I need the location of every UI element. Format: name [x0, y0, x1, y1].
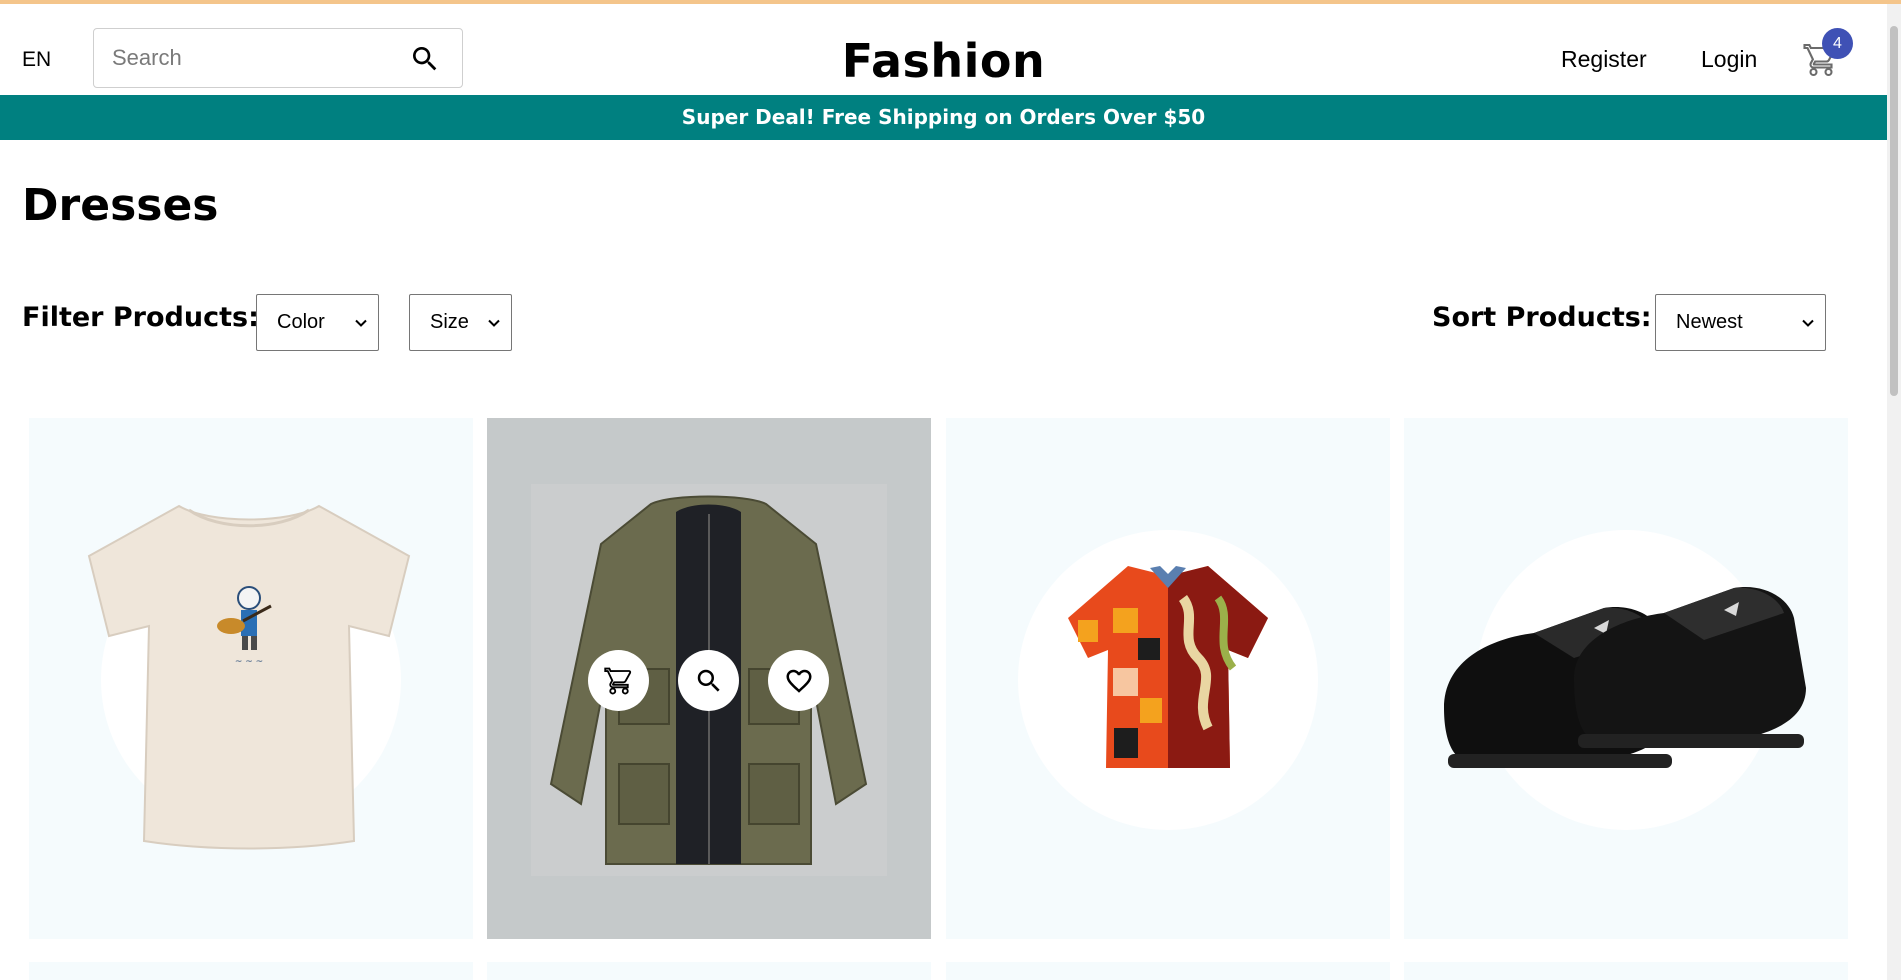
page-title: Dresses — [22, 180, 219, 231]
product-card-next-row — [1404, 962, 1848, 980]
sort-select[interactable]: Newest — [1655, 294, 1826, 351]
product-card[interactable] — [946, 418, 1390, 939]
product-card[interactable] — [1404, 418, 1848, 939]
product-card-next-row — [946, 962, 1390, 980]
tshirt-image: ~ ~ ~ — [87, 504, 411, 850]
heart-icon — [786, 669, 812, 693]
cart-count-badge: 4 — [1822, 28, 1853, 59]
product-card-next-row — [29, 962, 473, 980]
chevron-down-icon — [488, 319, 500, 327]
color-filter-select[interactable]: Color — [256, 294, 379, 351]
register-link[interactable]: Register — [1561, 46, 1647, 73]
navbar: EN Fashion Register Login 4 — [0, 4, 1887, 95]
search-icon[interactable] — [409, 43, 441, 75]
page-scrollbar[interactable] — [1887, 4, 1901, 980]
product-card-hovered[interactable] — [487, 418, 931, 939]
size-filter-value: Size — [430, 311, 469, 333]
sort-label: Sort Products: — [1432, 302, 1652, 333]
language-selector[interactable]: EN — [22, 48, 51, 72]
quick-view-button[interactable] — [678, 650, 739, 711]
search-input[interactable] — [112, 41, 392, 75]
login-link[interactable]: Login — [1701, 46, 1757, 73]
page: EN Fashion Register Login 4 Super Deal! … — [0, 4, 1887, 980]
product-card[interactable]: ~ ~ ~ — [29, 418, 473, 939]
search-container — [93, 28, 463, 88]
cart-icon — [604, 667, 632, 695]
chevron-down-icon — [1802, 319, 1814, 327]
size-filter-select[interactable]: Size — [409, 294, 512, 351]
loafers-image — [1444, 587, 1806, 768]
chevron-down-icon — [355, 319, 367, 327]
scrollbar-thumb[interactable] — [1890, 26, 1898, 396]
product-actions — [588, 650, 830, 712]
patterned-shirt-image — [1068, 566, 1268, 768]
announcement-bar: Super Deal! Free Shipping on Orders Over… — [0, 95, 1887, 140]
add-to-cart-button[interactable] — [588, 650, 649, 711]
svg-text:~ ~ ~: ~ ~ ~ — [235, 657, 263, 667]
sort-value: Newest — [1676, 311, 1743, 333]
wishlist-button[interactable] — [768, 650, 829, 711]
magnify-icon — [697, 669, 720, 692]
color-filter-value: Color — [277, 311, 325, 333]
filter-label: Filter Products: — [22, 302, 259, 333]
product-card-next-row — [487, 962, 931, 980]
